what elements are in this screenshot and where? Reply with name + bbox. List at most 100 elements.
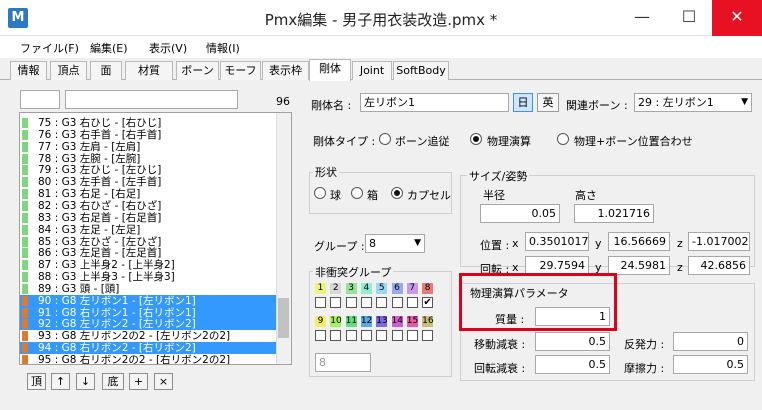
group-color-swatch: [22, 343, 28, 354]
nocollide-checkbox[interactable]: [315, 297, 326, 308]
nocollide-checkbox[interactable]: [315, 330, 326, 341]
list-item[interactable]: 90 : G8 左リボン1 - [左リボン1]: [20, 294, 291, 307]
tab-morph[interactable]: モーフ: [220, 61, 261, 80]
tab-joint[interactable]: Joint: [352, 61, 392, 80]
move-bottom-button[interactable]: 底: [102, 373, 124, 390]
shape-option-capsule[interactable]: カプセル: [407, 187, 451, 203]
tab-display-frame[interactable]: 表示枠: [262, 61, 309, 80]
list-item[interactable]: 82 : G3 右ひざ - [右ひざ]: [20, 200, 291, 212]
nocollide-checkbox[interactable]: [391, 330, 403, 341]
radio-bone-follow[interactable]: [379, 133, 391, 145]
maximize-button[interactable]: ☐: [666, 0, 712, 36]
list-item[interactable]: 80 : G3 左手首 - [左手首]: [20, 176, 291, 188]
nocollide-checkbox[interactable]: [406, 297, 418, 308]
list-item[interactable]: 91 : G8 右リボン1 - [右リボン1]: [20, 306, 291, 319]
rot-damp-input[interactable]: 0.5: [535, 355, 610, 374]
menu-edit[interactable]: 編集(E): [90, 40, 128, 56]
rigid-body-list[interactable]: 75 : G3 右ひじ - [右ひじ] 76 : G3 右手首 - [右手首] 77…: [19, 112, 292, 365]
list-item[interactable]: 78 : G3 左腕 - [左腕]: [20, 153, 291, 165]
pos-z-input[interactable]: -1.017002: [688, 232, 750, 251]
radio-box[interactable]: [351, 187, 363, 199]
list-item[interactable]: 79 : G3 左ひじ - [左ひじ]: [20, 164, 291, 176]
bone-select[interactable]: 29 : 左リボン1 ▼: [634, 93, 752, 112]
type-option-bone[interactable]: ボーン追従: [395, 133, 449, 149]
pos-y-input[interactable]: 16.56669: [608, 232, 670, 251]
list-item[interactable]: 84 : G3 左足 - [左足]: [20, 224, 291, 236]
filter-input[interactable]: [20, 90, 60, 109]
move-top-button[interactable]: 頂: [27, 373, 46, 390]
pos-x-input[interactable]: 0.3501017: [525, 232, 589, 251]
list-item[interactable]: 94 : G8 右リボン2 - [右リボン2]: [20, 342, 291, 354]
nocollide-checkbox[interactable]: [376, 330, 388, 341]
tab-info[interactable]: 情報: [10, 61, 47, 80]
tab-bone[interactable]: ボーン: [176, 61, 219, 80]
nocollide-group-title: 非衝突グループ: [313, 264, 394, 280]
japanese-button[interactable]: 日: [513, 93, 533, 112]
list-item[interactable]: 75 : G3 右ひじ - [右ひじ]: [20, 117, 291, 129]
scroll-thumb[interactable]: [278, 298, 289, 338]
restitution-input[interactable]: 0: [673, 332, 748, 351]
close-button[interactable]: ✕: [712, 0, 762, 36]
delete-button[interactable]: ×: [154, 373, 173, 390]
radio-physics[interactable]: [470, 133, 482, 145]
move-up-button[interactable]: ↑: [51, 373, 70, 390]
list-item[interactable]: 77 : G3 左肩 - [左肩]: [20, 141, 291, 153]
shape-option-sphere[interactable]: 球: [330, 187, 341, 203]
list-item[interactable]: 87 : G3 上半身2 - [上半身2]: [20, 259, 291, 271]
group-color-swatch: [22, 212, 28, 223]
group-select[interactable]: 8 ▼: [365, 234, 425, 253]
nocollide-checkbox[interactable]: [406, 330, 418, 341]
list-item[interactable]: 95 : G8 右リボン2の2 - [右リボン2の2]: [20, 354, 291, 364]
height-input[interactable]: 1.021716: [574, 204, 654, 223]
rigid-body-name-input[interactable]: 左リボン1: [360, 93, 509, 112]
nocollide-checkbox[interactable]: [345, 297, 357, 308]
list-item[interactable]: 76 : G3 右手首 - [右手首]: [20, 129, 291, 141]
rot-z-input[interactable]: 42.6856: [688, 256, 750, 275]
radius-input[interactable]: 0.05: [480, 204, 560, 223]
radio-sphere[interactable]: [314, 187, 326, 199]
type-option-physics-bone[interactable]: 物理+ボーン位置合わせ: [574, 133, 693, 149]
nocollide-checkbox[interactable]: [330, 297, 342, 308]
radio-physics-bone[interactable]: [557, 133, 569, 145]
list-item[interactable]: 93 : G8 左リボン2の2 - [左リボン2の2]: [20, 330, 291, 342]
menu-info[interactable]: 情報(I): [206, 40, 240, 56]
minimize-button[interactable]: —: [619, 0, 665, 36]
nocollide-group-number: 14: [391, 316, 403, 327]
nocollide-checkbox[interactable]: [360, 297, 372, 308]
list-item[interactable]: 88 : G3 上半身3 - [上半身3]: [20, 271, 291, 283]
list-item[interactable]: 89 : G3 頭 - [頭]: [20, 283, 291, 295]
group-color-swatch: [22, 236, 28, 247]
nocollide-checkbox[interactable]: [391, 297, 403, 308]
english-button[interactable]: 英: [537, 93, 559, 112]
move-down-button[interactable]: ↓: [76, 373, 95, 390]
tab-vertex[interactable]: 頂点: [50, 61, 87, 80]
list-item[interactable]: 85 : G3 左ひざ - [左ひざ]: [20, 236, 291, 248]
shape-option-box[interactable]: 箱: [367, 187, 378, 203]
nocollide-checkbox[interactable]: [330, 330, 342, 341]
rot-y-input[interactable]: 24.5981: [608, 256, 670, 275]
nocollide-group-number: 5: [376, 283, 388, 294]
nocollide-checkbox[interactable]: [376, 297, 388, 308]
tab-rigid-body[interactable]: 剛体: [309, 59, 351, 81]
radius-label: 半径: [483, 189, 505, 202]
tab-face[interactable]: 面: [90, 61, 122, 80]
list-item[interactable]: 86 : G3 左足首 - [左足首]: [20, 247, 291, 259]
nocollide-checkbox[interactable]: [360, 330, 372, 341]
type-option-physics[interactable]: 物理演算: [487, 133, 531, 149]
list-item[interactable]: 92 : G8 左リボン2 - [左リボン2]: [20, 318, 291, 330]
list-item[interactable]: 83 : G3 右足首 - [右足首]: [20, 212, 291, 224]
friction-input[interactable]: 0.5: [673, 355, 748, 374]
nocollide-checkbox[interactable]: [422, 330, 434, 341]
tab-material[interactable]: 材質: [125, 61, 173, 80]
radio-capsule[interactable]: [391, 187, 403, 199]
nocollide-checkbox[interactable]: ✔: [422, 297, 434, 308]
move-damp-input[interactable]: 0.5: [535, 332, 610, 351]
menu-file[interactable]: ファイル(F): [20, 40, 79, 56]
menu-view[interactable]: 表示(V): [149, 40, 187, 56]
nocollide-value-input[interactable]: 8: [315, 353, 371, 372]
add-button[interactable]: +: [129, 373, 148, 390]
search-input[interactable]: [65, 90, 238, 109]
list-item[interactable]: 81 : G3 右足 - [右足]: [20, 188, 291, 200]
nocollide-checkbox[interactable]: [345, 330, 357, 341]
tab-softbody[interactable]: SoftBody: [393, 61, 449, 80]
